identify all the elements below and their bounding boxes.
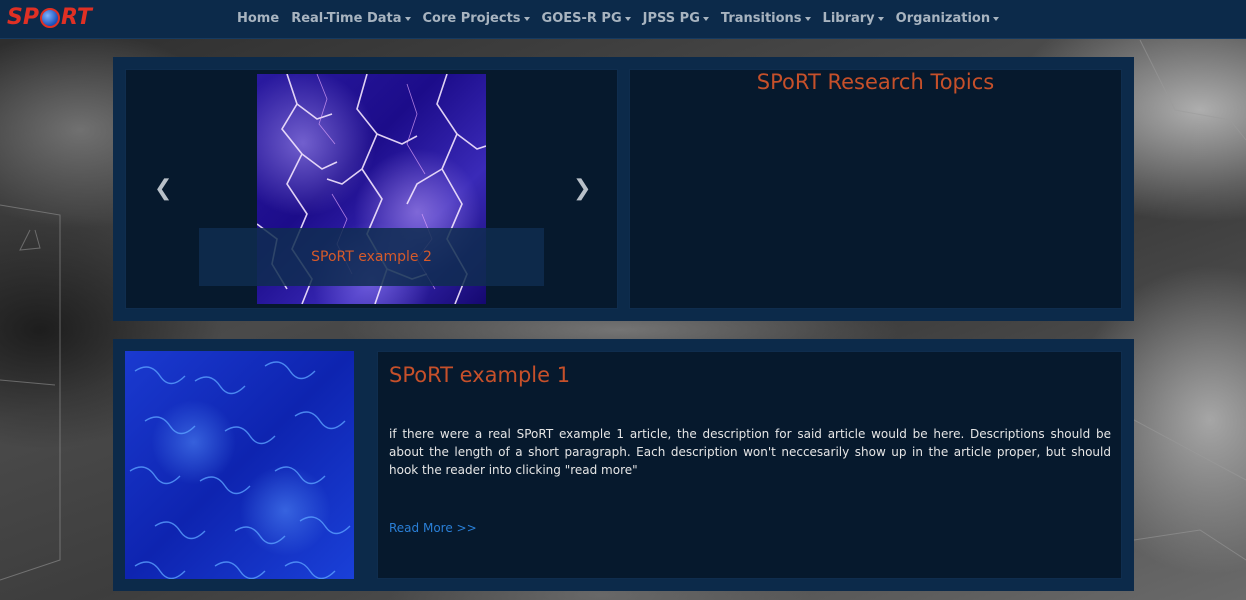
- carousel-caption-text: SPoRT example 2: [311, 249, 432, 265]
- article-thumbnail[interactable]: [125, 351, 354, 579]
- nav-item-transitions[interactable]: Transitions: [721, 11, 811, 26]
- top-navbar: SP RT Home Real-Time Data Core Projects …: [0, 0, 1246, 39]
- nav-item-jpss-pg[interactable]: JPSS PG: [643, 11, 709, 26]
- article-description: if there were a real SPoRT example 1 art…: [389, 427, 1111, 477]
- nav-label: Real-Time Data: [291, 10, 402, 26]
- nav-label: Home: [237, 10, 280, 26]
- chevron-right-icon[interactable]: ❯: [573, 176, 591, 201]
- nav-item-home[interactable]: Home: [237, 11, 279, 26]
- nav-label: Library: [822, 10, 875, 26]
- nav-label: Transitions: [720, 10, 802, 26]
- nav-item-goes-r-pg[interactable]: GOES-R PG: [542, 11, 631, 26]
- chevron-left-icon[interactable]: ❮: [154, 176, 172, 201]
- caret-down-icon: [523, 17, 530, 21]
- nav-label: GOES-R PG: [541, 10, 622, 26]
- research-topics-box: SPoRT Research Topics: [629, 69, 1122, 309]
- nav-item-library[interactable]: Library: [823, 11, 884, 26]
- sport-logo[interactable]: SP RT: [7, 5, 92, 30]
- logo-text-left: SP: [7, 5, 39, 30]
- image-carousel: SPoRT example 2 ❮ ❯: [125, 69, 618, 309]
- nav-item-organization[interactable]: Organization: [895, 10, 1000, 26]
- article-panel: SPoRT example 1 if there were a real SPo…: [113, 339, 1134, 591]
- main-nav: Home Real-Time Data Core Projects GOES-R…: [237, 0, 1011, 36]
- caret-down-icon: [804, 17, 811, 21]
- research-topics-title: SPoRT Research Topics: [756, 70, 995, 94]
- caret-down-icon: [624, 17, 631, 21]
- caret-down-icon: [404, 17, 411, 21]
- nav-item-core-projects[interactable]: Core Projects: [423, 11, 530, 26]
- carousel-caption: SPoRT example 2: [199, 228, 544, 286]
- caret-down-icon: [877, 17, 884, 21]
- nav-label: JPSS PG: [642, 10, 700, 26]
- article-title[interactable]: SPoRT example 1: [389, 363, 570, 387]
- globe-icon: [39, 7, 60, 28]
- read-more-link[interactable]: Read More >>: [389, 521, 477, 535]
- caret-down-icon: [993, 17, 1000, 21]
- caret-down-icon: [702, 17, 709, 21]
- nav-label: Organization: [895, 10, 991, 26]
- nav-label: Core Projects: [422, 10, 521, 26]
- logo-text-right: RT: [60, 5, 92, 30]
- featured-panel: SPoRT example 2 ❮ ❯ SPoRT Research Topic…: [113, 57, 1134, 321]
- nav-item-real-time-data[interactable]: Real-Time Data: [291, 10, 411, 26]
- article-card: SPoRT example 1 if there were a real SPo…: [377, 351, 1122, 579]
